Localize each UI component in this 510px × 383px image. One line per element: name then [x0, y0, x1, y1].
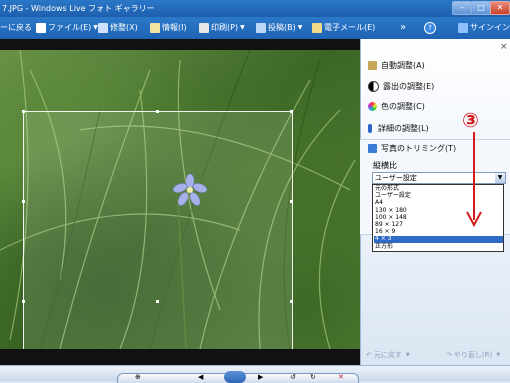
redo-label: やり直し(R) — [453, 351, 493, 359]
crop-handle-top-left[interactable] — [22, 110, 25, 113]
color-label: 色の調整(C) — [381, 101, 425, 111]
email-button[interactable]: 電子メール(E) — [312, 21, 375, 35]
email-icon — [312, 23, 322, 33]
chevron-down-icon: ▼ — [297, 24, 303, 31]
publish-label: 投稿(B) — [268, 23, 296, 32]
email-label: 電子メール(E) — [324, 23, 376, 32]
step-annotation: ③ — [462, 108, 479, 132]
panel-close-button[interactable]: × — [500, 42, 508, 52]
crop-icon — [368, 143, 377, 153]
more-button[interactable]: » — [400, 21, 406, 35]
annotation-arrow — [466, 132, 482, 228]
auto-adjust-item[interactable]: 自動調整(A) — [368, 58, 425, 72]
help-icon: ? — [424, 22, 436, 34]
undo-icon: ↶ — [366, 351, 372, 359]
aspect-ratio-list[interactable]: 元の形式 ユーザー設定 A4 130 × 180 100 × 148 89 × 127 16… — [372, 184, 504, 252]
crop-rectangle[interactable] — [23, 111, 293, 349]
file-menu[interactable]: ファイル(E) ▼ — [36, 21, 98, 35]
window-title: 7.JPG - Windows Live フォト ギャラリー — [2, 4, 155, 13]
undo-label: 元に戻す — [373, 351, 402, 359]
fix-icon — [98, 23, 108, 33]
print-label: 印刷(P) — [211, 23, 239, 32]
fix-label: 修整(X) — [110, 23, 138, 32]
undo-button[interactable]: ↶ 元に戻す ▼ — [366, 350, 410, 360]
crop-handle-top[interactable] — [156, 110, 159, 113]
exposure-label: 露出の調整(E) — [383, 81, 435, 91]
print-menu[interactable]: 印刷(P) ▼ — [199, 21, 245, 35]
crop-handle-bottom[interactable] — [156, 300, 159, 303]
close-button[interactable]: ✕ — [490, 1, 510, 15]
aspect-label: 縦横比 — [373, 161, 397, 170]
user-icon — [458, 23, 468, 33]
publish-menu[interactable]: 投稿(B) ▼ — [256, 21, 302, 35]
info-label: 情報(I) — [162, 23, 187, 32]
signin-label: サインイン(S) — [470, 23, 510, 32]
minimize-button[interactable]: – — [452, 1, 472, 15]
thermometer-icon — [368, 123, 372, 133]
file-icon — [36, 23, 46, 33]
crop-handle-bottom-left[interactable] — [22, 300, 25, 303]
wand-icon — [368, 60, 377, 70]
aspect-selected-value: ユーザー設定 — [375, 174, 417, 182]
tag-icon — [150, 23, 160, 33]
slideshow-button[interactable] — [224, 371, 246, 383]
signin-button[interactable]: サインイン(S) — [458, 21, 510, 35]
trim-item[interactable]: 写真のトリミング(T) — [368, 141, 456, 155]
help-button[interactable]: ? — [424, 21, 436, 35]
color-item[interactable]: 色の調整(C) — [368, 99, 425, 113]
crop-handle-right[interactable] — [290, 200, 293, 203]
aspect-option[interactable]: 16 × 9 — [374, 228, 503, 236]
photo-viewer — [0, 39, 360, 365]
fix-button[interactable]: 修整(X) — [98, 21, 138, 35]
aspect-option[interactable]: 4 × 3 — [374, 236, 503, 244]
publish-icon — [256, 23, 266, 33]
info-button[interactable]: 情報(I) — [150, 21, 187, 35]
printer-icon — [199, 23, 209, 33]
crop-handle-top-right[interactable] — [290, 110, 293, 113]
maximize-button[interactable]: □ — [471, 1, 491, 15]
detail-label: 詳細の調整(L) — [378, 123, 429, 133]
back-to-gallery-button[interactable]: ーに戻る — [0, 21, 32, 35]
exposure-item[interactable]: 露出の調整(E) — [368, 79, 434, 93]
crop-handle-bottom-right[interactable] — [290, 300, 293, 303]
title-bar: 7.JPG - Windows Live フォト ギャラリー – □ ✕ — [0, 0, 510, 17]
exposure-icon — [368, 80, 379, 92]
chevron-down-icon: ▼ — [496, 352, 501, 358]
photo — [0, 50, 360, 349]
detail-item[interactable]: 詳細の調整(L) — [368, 121, 429, 135]
aspect-option[interactable]: 正方形 — [374, 243, 503, 251]
bottom-nav-bar: ⊕ ◀ ▶ ↺ ↻ ✕ — [0, 365, 510, 383]
redo-button[interactable]: ↷ やり直し(R) ▼ — [446, 350, 500, 360]
auto-adjust-label: 自動調整(A) — [381, 60, 425, 70]
redo-icon: ↷ — [446, 351, 452, 359]
color-icon — [368, 101, 377, 111]
chevron-down-icon[interactable]: ▼ — [495, 173, 505, 183]
crop-handle-left[interactable] — [22, 200, 25, 203]
chevron-down-icon: ▼ — [405, 352, 410, 358]
file-label: ファイル(E) — [48, 23, 92, 32]
aspect-ratio-select[interactable]: ユーザー設定 ▼ — [372, 172, 506, 184]
trim-label: 写真のトリミング(T) — [381, 143, 457, 153]
toolbar: ーに戻る ファイル(E) ▼ 修整(X) 情報(I) 印刷(P) ▼ 投稿(B)… — [0, 17, 510, 39]
chevron-down-icon: ▼ — [240, 24, 245, 31]
back-label: ーに戻る — [0, 23, 32, 32]
